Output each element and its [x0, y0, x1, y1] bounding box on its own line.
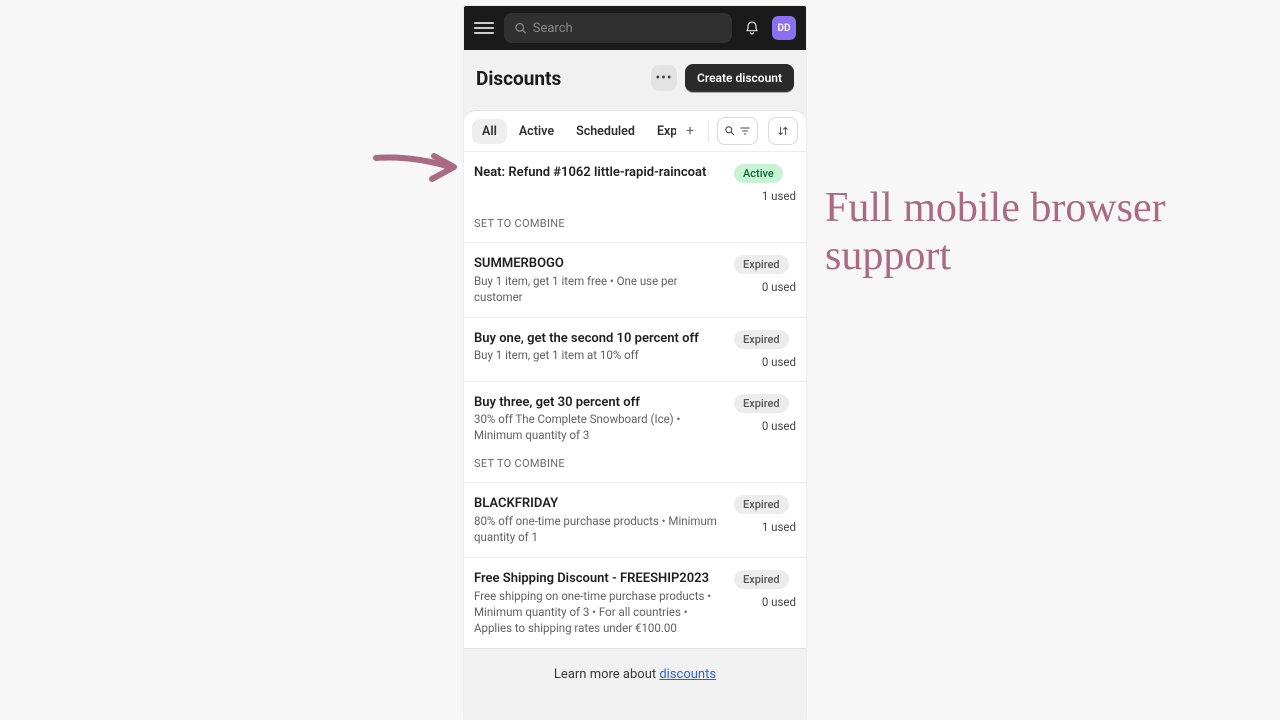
usage-count: 0 used	[762, 595, 796, 609]
avatar[interactable]: DD	[772, 16, 796, 40]
discount-subtitle: 30% off The Complete Snowboard (Ice) • M…	[474, 411, 726, 443]
status-badge: Expired	[734, 570, 789, 589]
topbar: DD	[464, 6, 806, 50]
header-actions: ••• Create discount	[651, 64, 794, 92]
search-icon	[514, 21, 527, 35]
filter-icon	[739, 125, 751, 137]
status-badge: Expired	[734, 330, 789, 349]
combine-label: SET TO COMBINE	[474, 217, 796, 230]
status-badge: Expired	[734, 255, 789, 274]
tab-expired[interactable]: Expired	[647, 119, 676, 144]
usage-count: 0 used	[762, 280, 796, 294]
search-icon	[724, 125, 736, 137]
mobile-viewport: DD Discounts ••• Create discount AllActi…	[464, 6, 806, 720]
discount-row[interactable]: BLACKFRIDAY80% off one-time purchase pro…	[464, 483, 806, 558]
discount-title: BLACKFRIDAY	[474, 495, 726, 513]
annotation-arrow	[372, 148, 460, 188]
tab-all[interactable]: All	[472, 119, 507, 144]
discount-subtitle: 80% off one-time purchase products • Min…	[474, 513, 726, 545]
dots-icon: •••	[655, 71, 672, 85]
discount-list: Neat: Refund #1062 little-rapid-raincoat…	[464, 152, 806, 648]
discount-row[interactable]: Neat: Refund #1062 little-rapid-raincoat…	[464, 152, 806, 243]
combine-label: SET TO COMBINE	[474, 457, 796, 470]
discount-row[interactable]: Free Shipping Discount - FREESHIP2023Fre…	[464, 558, 806, 648]
search-filter-button[interactable]	[717, 117, 758, 145]
discount-title: Free Shipping Discount - FREESHIP2023	[474, 570, 726, 588]
status-badge: Active	[734, 164, 783, 183]
discount-row[interactable]: Buy one, get the second 10 percent offBu…	[464, 318, 806, 382]
discount-title: Buy three, get 30 percent off	[474, 394, 726, 412]
tabs-row: AllActiveScheduledExpired +	[464, 111, 806, 152]
discount-title: SUMMERBOGO	[474, 255, 726, 273]
status-badge: Expired	[734, 495, 789, 514]
discounts-help-link[interactable]: discounts	[659, 667, 716, 682]
usage-count: 0 used	[762, 419, 796, 433]
sort-icon	[777, 125, 789, 137]
usage-count: 1 used	[762, 520, 796, 534]
tabs: AllActiveScheduledExpired	[472, 119, 676, 144]
discount-title: Buy one, get the second 10 percent off	[474, 330, 726, 348]
discounts-card: AllActiveScheduledExpired + Neat: Refund…	[464, 110, 806, 649]
learn-more-prefix: Learn more about	[554, 667, 659, 682]
status-badge: Expired	[734, 394, 789, 413]
discount-row[interactable]: Buy three, get 30 percent off30% off The…	[464, 382, 806, 484]
discount-subtitle: Buy 1 item, get 1 item free • One use pe…	[474, 273, 726, 305]
notifications-icon[interactable]	[742, 18, 762, 38]
page-header: Discounts ••• Create discount	[464, 50, 806, 110]
create-discount-button[interactable]: Create discount	[685, 64, 794, 92]
discount-row[interactable]: SUMMERBOGOBuy 1 item, get 1 item free • …	[464, 243, 806, 318]
more-actions-button[interactable]: •••	[651, 65, 677, 91]
discount-subtitle: Buy 1 item, get 1 item at 10% off	[474, 347, 726, 363]
search-input-wrapper[interactable]	[504, 13, 732, 43]
learn-more: Learn more about discounts	[464, 649, 806, 700]
annotation-text: Full mobile browser support	[825, 184, 1280, 281]
tab-active[interactable]: Active	[509, 119, 564, 144]
menu-icon[interactable]	[474, 18, 494, 38]
divider	[708, 120, 709, 142]
page-title: Discounts	[476, 67, 561, 90]
discount-subtitle: Free shipping on one-time purchase produ…	[474, 588, 726, 636]
add-tab-button[interactable]: +	[680, 123, 700, 139]
sort-button[interactable]	[768, 117, 798, 145]
discount-title: Neat: Refund #1062 little-rapid-raincoat	[474, 164, 726, 182]
usage-count: 0 used	[762, 355, 796, 369]
search-input[interactable]	[533, 21, 722, 36]
usage-count: 1 used	[762, 189, 796, 203]
tab-scheduled[interactable]: Scheduled	[566, 119, 645, 144]
